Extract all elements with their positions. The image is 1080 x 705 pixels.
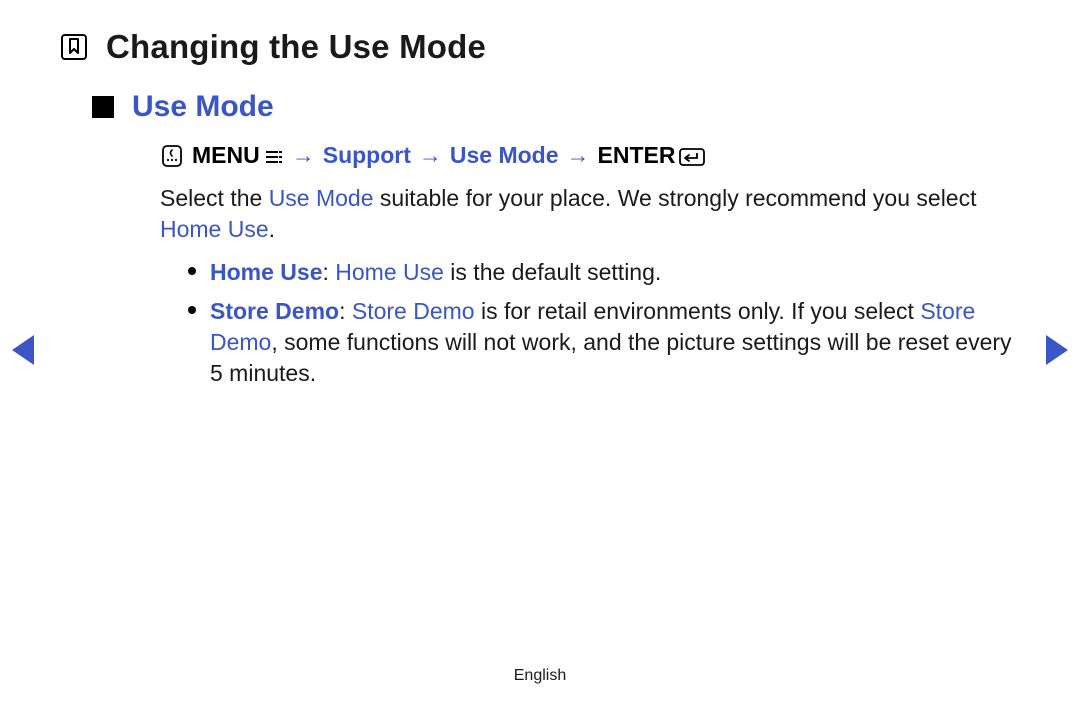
section-row: Use Mode [92,90,1020,124]
page-title: Changing the Use Mode [106,28,486,66]
triangle-left-icon [12,335,34,365]
list-item-store-demo: Store Demo: Store Demo is for retail env… [188,296,1020,389]
path-usemode: Use Mode [450,142,559,169]
path-arrow-2: → [419,142,442,169]
section-title: Use Mode [132,90,274,124]
text: . [269,216,275,242]
path-support: Support [323,142,411,169]
path-arrow-1: → [292,142,315,169]
path-arrow-3: → [567,142,590,169]
square-bullet-icon [92,96,114,118]
option-label: Home Use [210,259,322,285]
text: Select the [160,185,269,211]
text-highlight: Home Use [335,259,444,285]
menu-path: MENU → Support → Use Mode → ENTER [160,142,1020,169]
text: is for retail environments only. If you … [475,298,921,324]
menu-glyph-icon [264,146,284,166]
option-list: Home Use: Home Use is the default settin… [188,257,1020,389]
title-row: Changing the Use Mode [60,28,1020,66]
bookmark-icon [60,33,88,61]
path-menu-label: MENU [192,142,260,169]
text-highlight: Home Use [160,216,269,242]
list-item-home-use: Home Use: Home Use is the default settin… [188,257,1020,288]
footer-language: English [0,667,1080,685]
intro-paragraph: Select the Use Mode suitable for your pl… [160,183,1020,245]
text-highlight: Store Demo [352,298,475,324]
manual-page: Changing the Use Mode Use Mode MENU [0,0,1080,705]
path-enter-label: ENTER [598,142,676,169]
text: suitable for your place. We strongly rec… [374,185,977,211]
remote-icon [160,144,184,168]
text: , some functions will not work, and the … [210,329,1012,386]
text-highlight: Use Mode [269,185,374,211]
prev-page-button[interactable] [12,335,34,365]
next-page-button[interactable] [1046,335,1068,365]
enter-glyph-icon [679,146,705,166]
text: : [322,259,335,285]
triangle-right-icon [1046,335,1068,365]
option-label: Store Demo [210,298,339,324]
text: is the default setting. [444,259,661,285]
text: : [339,298,352,324]
